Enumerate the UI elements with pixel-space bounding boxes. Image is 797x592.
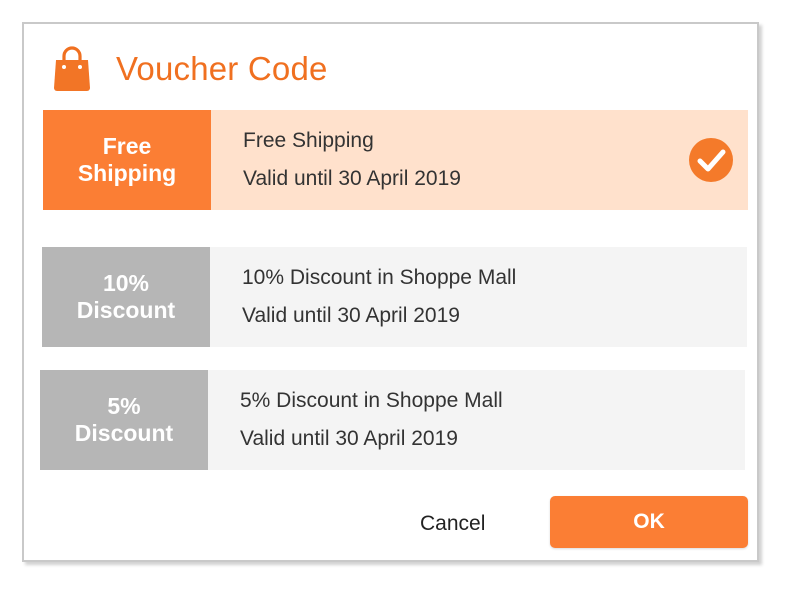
voucher-tag-line2: Discount — [74, 420, 174, 446]
voucher-name: 5% Discount in Shoppe Mall — [240, 389, 503, 412]
voucher-item-10-discount[interactable]: 10% Discount 10% Discount in Shoppe Mall… — [42, 247, 747, 347]
dialog-title: Voucher Code — [116, 50, 328, 87]
voucher-info: Free Shipping Valid until 30 April 2019 — [211, 110, 748, 210]
voucher-tag-line1: 5% — [107, 393, 141, 419]
voucher-item-free-shipping[interactable]: Free Shipping Free Shipping Valid until … — [43, 110, 748, 210]
ok-button[interactable]: OK — [550, 496, 748, 548]
voucher-tag-line1: 10% — [102, 270, 150, 296]
voucher-tag-line2: Discount — [76, 297, 176, 323]
voucher-item-5-discount[interactable]: 5% Discount 5% Discount in Shoppe Mall V… — [40, 370, 745, 470]
checkmark-circle-icon — [689, 138, 733, 182]
voucher-tag-line1: Free — [102, 133, 152, 159]
voucher-tag: Free Shipping — [43, 110, 211, 210]
voucher-dialog: Voucher Code Free Shipping Free Shipping… — [22, 22, 759, 562]
voucher-tag: 5% Discount — [40, 370, 208, 470]
voucher-info: 10% Discount in Shoppe Mall Valid until … — [210, 247, 747, 347]
shopping-bag-icon — [54, 46, 90, 91]
voucher-info: 5% Discount in Shoppe Mall Valid until 3… — [208, 370, 745, 470]
voucher-tag-line2: Shipping — [77, 160, 177, 186]
voucher-tag: 10% Discount — [42, 247, 210, 347]
voucher-name: Free Shipping — [243, 129, 374, 152]
voucher-name: 10% Discount in Shoppe Mall — [242, 266, 517, 289]
dialog-header: Voucher Code — [52, 44, 328, 94]
voucher-validity: Valid until 30 April 2019 — [240, 427, 458, 450]
voucher-validity: Valid until 30 April 2019 — [242, 304, 460, 327]
cancel-button[interactable]: Cancel — [420, 512, 485, 536]
voucher-validity: Valid until 30 April 2019 — [243, 167, 461, 190]
